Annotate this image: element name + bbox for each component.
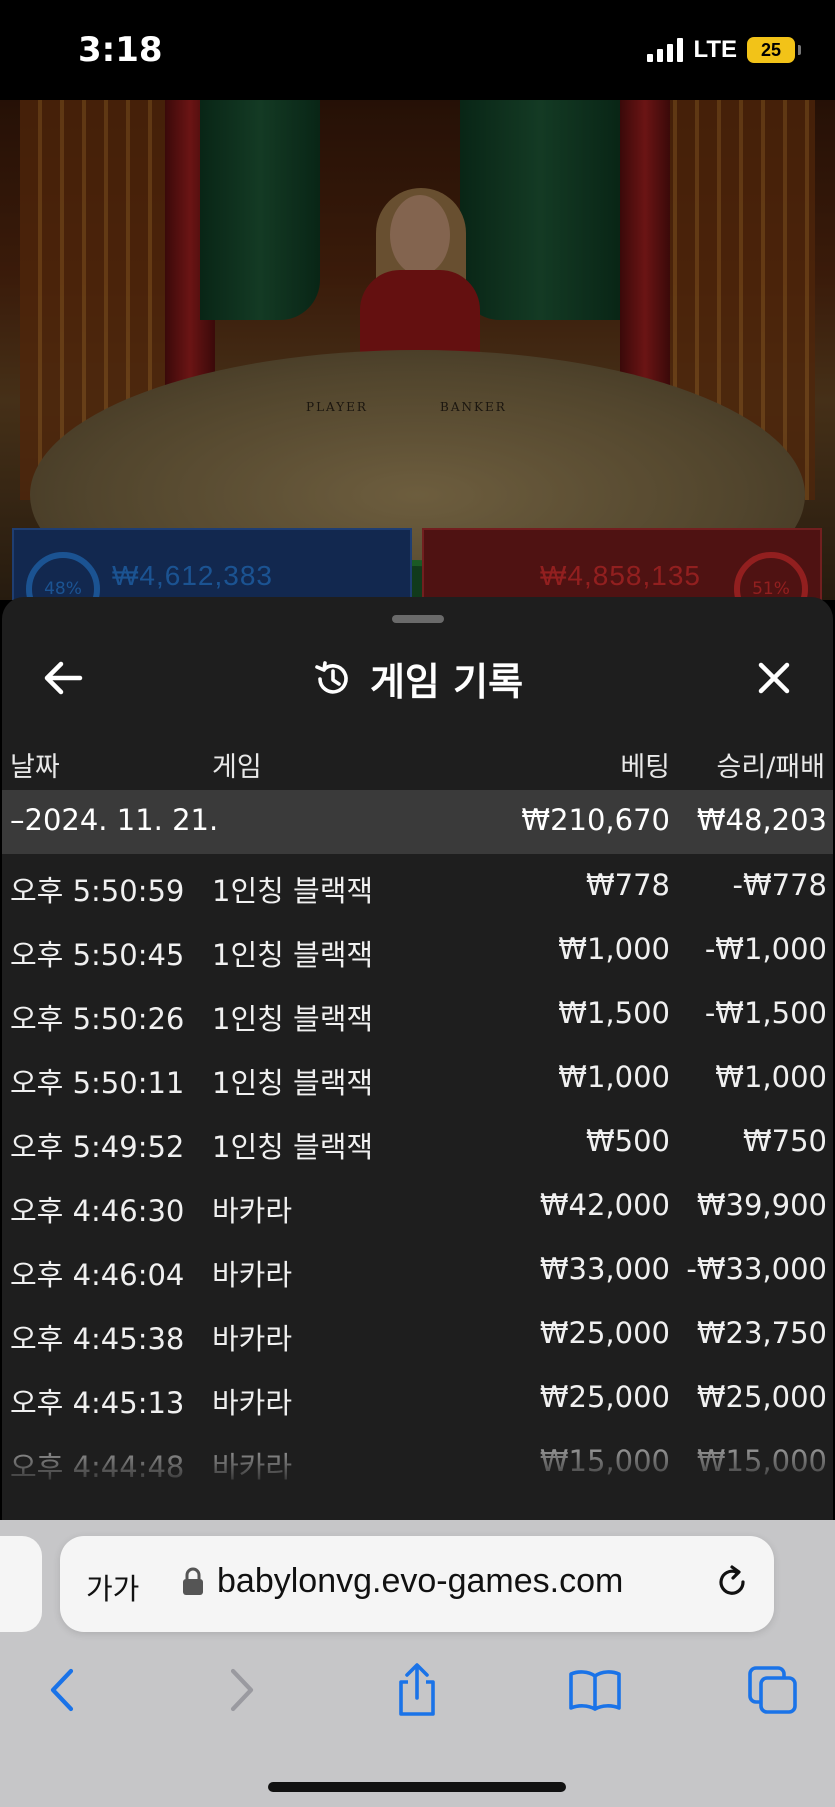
battery-icon: 25 (747, 37, 801, 63)
row-game: 바카라 (212, 1258, 293, 1292)
browser-toolbar (0, 1660, 835, 1750)
row-bet: ₩1,000 (558, 1060, 670, 1094)
sheet-header: 게임 기록 (2, 635, 833, 725)
row-bet: ₩1,000 (558, 932, 670, 966)
bookmarks-button[interactable] (565, 1660, 625, 1720)
signal-icon (647, 38, 684, 62)
table-row[interactable]: 오후 5:50:11 1인칭 블랙잭 ₩1,000 ₩1,000 (2, 1046, 833, 1110)
row-game: 1인칭 블랙잭 (212, 1130, 374, 1164)
share-button[interactable] (387, 1660, 447, 1720)
row-bet: ₩500 (585, 1124, 670, 1158)
row-bet: ₩1,500 (558, 996, 670, 1030)
row-bet: ₩25,000 (539, 1380, 670, 1414)
row-time: 오후 4:46:04 (10, 1258, 185, 1292)
row-result: -₩778 (732, 868, 828, 902)
back-nav-button[interactable] (32, 1660, 92, 1720)
row-game: 1인칭 블랙잭 (212, 1066, 374, 1100)
date-group-row[interactable]: –2024. 11. 21. ₩210,670 ₩48,203 (2, 790, 833, 854)
row-result: ₩750 (742, 1124, 827, 1158)
row-bet: ₩25,000 (539, 1316, 670, 1350)
row-game: 바카라 (212, 1450, 293, 1484)
history-list: 오후 5:50:59 1인칭 블랙잭 ₩778 -₩778 오후 5:50:45… (2, 854, 833, 1494)
row-time: 오후 5:50:26 (10, 1002, 185, 1036)
row-game: 바카라 (212, 1386, 293, 1420)
row-time: 오후 4:45:38 (10, 1322, 185, 1356)
row-time: 오후 5:50:11 (10, 1066, 185, 1100)
row-result: ₩25,000 (696, 1380, 827, 1414)
chevron-right-icon (230, 1668, 254, 1712)
row-result: ₩15,000 (696, 1444, 827, 1478)
row-bet: ₩15,000 (539, 1444, 670, 1478)
sheet-grabber[interactable] (392, 615, 444, 623)
row-game: 바카라 (212, 1194, 293, 1228)
row-result: -₩1,500 (704, 996, 827, 1030)
row-result: ₩1,000 (715, 1060, 827, 1094)
row-result: -₩33,000 (686, 1252, 827, 1286)
row-time: 오후 4:45:13 (10, 1386, 185, 1420)
status-bar: 3:18 LTE 25 (0, 0, 835, 100)
row-time: 오후 5:50:45 (10, 938, 185, 972)
close-icon (758, 662, 790, 694)
table-row[interactable]: 오후 4:45:13 바카라 ₩25,000 ₩25,000 (2, 1366, 833, 1430)
url-text[interactable]: babylonvg.evo-games.com (217, 1562, 623, 1601)
column-game: 게임 (212, 752, 262, 783)
date-group-result-total: ₩48,203 (696, 803, 827, 837)
table-header: 날짜 게임 베팅 승리/패배 (2, 737, 833, 787)
table-row[interactable]: 오후 5:50:26 1인칭 블랙잭 ₩1,500 -₩1,500 (2, 982, 833, 1046)
row-bet: ₩42,000 (539, 1188, 670, 1222)
column-result: 승리/패배 (716, 752, 825, 783)
game-history-sheet: 게임 기록 날짜 게임 베팅 승리/패배 –2024. 11. 21. ₩210… (2, 597, 833, 1520)
row-result: ₩39,900 (696, 1188, 827, 1222)
address-bar[interactable]: 가가 babylonvg.evo-games.com (60, 1536, 774, 1632)
battery-level: 25 (760, 39, 782, 60)
reader-settings-button[interactable]: 가가 (86, 1566, 139, 1608)
table-row[interactable]: 오후 4:46:30 바카라 ₩42,000 ₩39,900 (2, 1174, 833, 1238)
row-bet: ₩778 (585, 868, 670, 902)
browser-chrome: 가가 babylonvg.evo-games.com (0, 1520, 835, 1807)
forward-nav-button[interactable] (212, 1660, 272, 1720)
sheet-title-text: 게임 기록 (369, 660, 524, 704)
tabs-icon (748, 1666, 797, 1714)
sheet-title: 게임 기록 (2, 651, 833, 706)
table-row[interactable]: 오후 5:49:52 1인칭 블랙잭 ₩500 ₩750 (2, 1110, 833, 1174)
table-row[interactable]: 오후 5:50:59 1인칭 블랙잭 ₩778 -₩778 (2, 854, 833, 918)
status-indicators: LTE 25 (647, 36, 801, 64)
date-group-bet-total: ₩210,670 (521, 803, 670, 837)
row-result: -₩1,000 (704, 932, 827, 966)
lock-icon (183, 1567, 203, 1595)
share-icon (399, 1663, 435, 1716)
reload-icon[interactable] (712, 1562, 752, 1602)
chevron-left-icon (50, 1668, 74, 1712)
status-time: 3:18 (78, 30, 163, 70)
row-game: 1인칭 블랙잭 (212, 1002, 374, 1036)
previous-tab-peek[interactable] (0, 1536, 42, 1632)
table-row[interactable]: 오후 5:50:45 1인칭 블랙잭 ₩1,000 -₩1,000 (2, 918, 833, 982)
table-row[interactable]: 오후 4:44:48 바카라 ₩15,000 ₩15,000 (2, 1430, 833, 1494)
row-time: 오후 4:46:30 (10, 1194, 185, 1228)
row-result: ₩23,750 (696, 1316, 827, 1350)
network-label: LTE (693, 36, 737, 63)
date-group-label: –2024. 11. 21. (10, 803, 219, 837)
row-game: 1인칭 블랙잭 (212, 874, 374, 908)
table-row[interactable]: 오후 4:45:38 바카라 ₩25,000 ₩23,750 (2, 1302, 833, 1366)
column-bet: 베팅 (620, 752, 670, 783)
table-row[interactable]: 오후 4:46:04 바카라 ₩33,000 -₩33,000 (2, 1238, 833, 1302)
row-game: 1인칭 블랙잭 (212, 938, 374, 972)
book-icon (569, 1670, 621, 1711)
history-icon (315, 660, 348, 694)
row-time: 오후 5:49:52 (10, 1130, 185, 1164)
home-indicator[interactable] (268, 1782, 566, 1792)
column-date: 날짜 (10, 752, 60, 783)
row-time: 오후 5:50:59 (10, 874, 185, 908)
close-button[interactable] (749, 653, 799, 703)
row-game: 바카라 (212, 1322, 293, 1356)
row-bet: ₩33,000 (539, 1252, 670, 1286)
row-time: 오후 4:44:48 (10, 1450, 185, 1484)
tabs-button[interactable] (743, 1660, 803, 1720)
